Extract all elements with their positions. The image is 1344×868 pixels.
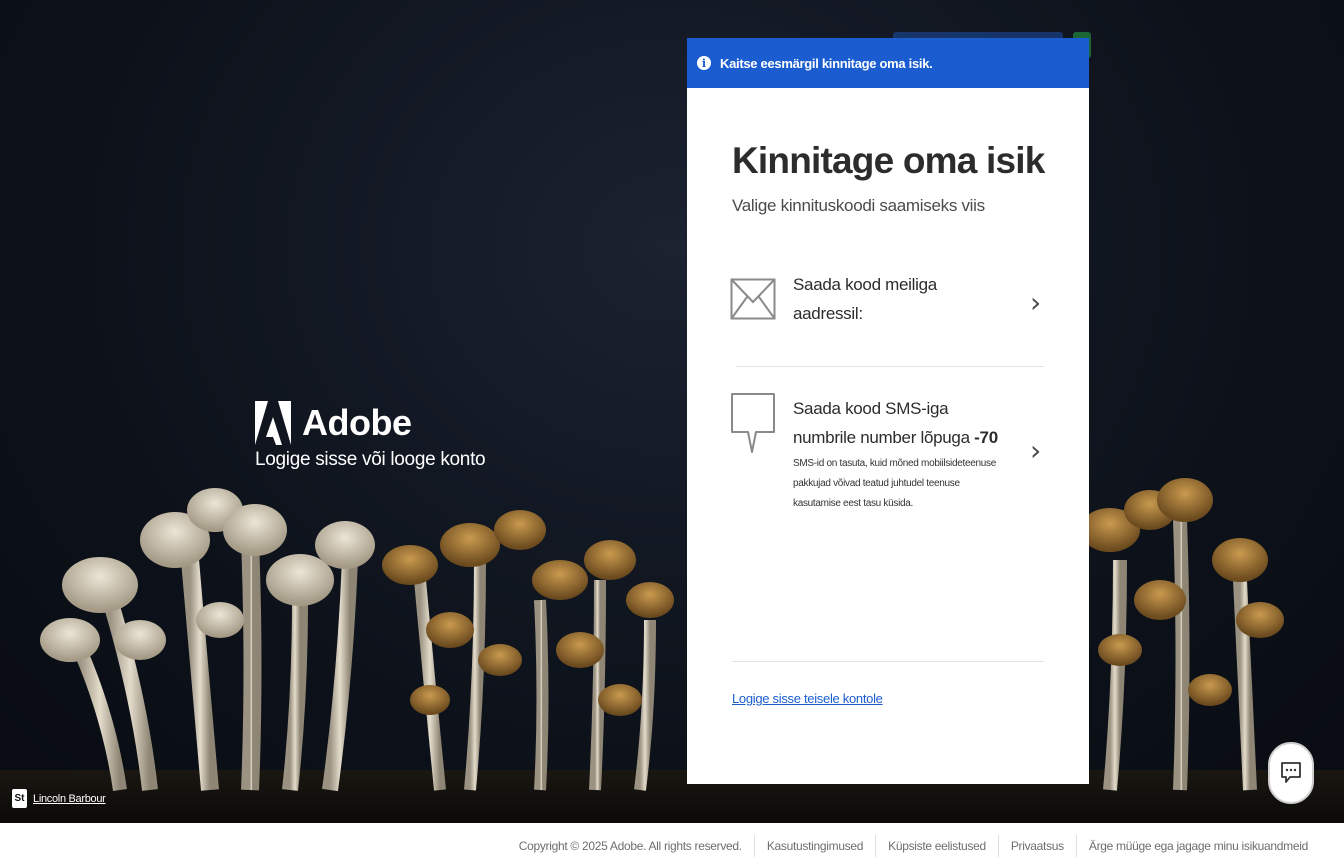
footer-divider <box>732 661 1044 662</box>
banner-text: Kaitse eesmärgil kinnitage oma isik. <box>720 55 933 71</box>
photo-credit-link[interactable]: Lincoln Barbour <box>33 793 106 805</box>
sms-option-label-text: Saada kood SMS-iga numbrile number lõpug… <box>793 399 970 447</box>
chevron-right-icon: › <box>1030 434 1042 467</box>
phone-last-digits: -70 <box>974 428 998 447</box>
info-banner: i Kaitse eesmärgil kinnitage oma isik. <box>687 38 1089 88</box>
brand-name: Adobe <box>302 402 412 443</box>
mushroom-background-image <box>0 478 1344 823</box>
adobe-stock-icon: St <box>12 789 27 808</box>
copyright-text: Copyright © 2025 Adobe. All rights reser… <box>518 838 742 853</box>
adobe-logo-icon <box>255 401 291 445</box>
footer-link-privacy[interactable]: Privaatsus <box>999 839 1076 853</box>
photo-credit[interactable]: St Lincoln Barbour <box>12 789 106 808</box>
chat-icon <box>1281 762 1301 783</box>
page-footer: Copyright © 2025 Adobe. All rights reser… <box>0 823 1344 868</box>
email-option-label: Saada kood meiliga aadressil: <box>793 275 937 323</box>
brand-tagline: Logige sisse või looge konto <box>255 449 486 470</box>
envelope-icon <box>730 278 776 320</box>
footer-link-do-not-sell[interactable]: Ärge müüge ega jagage minu isikuandmeid <box>1077 839 1320 853</box>
adobe-brand: Adobe Logige sisse või looge konto <box>255 401 486 471</box>
chevron-right-icon: › <box>1030 286 1042 319</box>
info-icon: i <box>697 56 711 70</box>
sms-fee-note: SMS-id on tasuta, kuid mõned mobiilsidet… <box>793 458 996 509</box>
sign-in-other-account-link[interactable]: Logige sisse teisele kontole <box>732 691 883 706</box>
option-divider <box>736 366 1044 367</box>
email-code-option[interactable]: Saada kood meiliga aadressil: › <box>730 272 1050 352</box>
dialog-title: Kinnitage oma isik <box>732 140 1045 181</box>
verify-identity-dialog: i Kaitse eesmärgil kinnitage oma isik. K… <box>687 38 1089 784</box>
chat-bubble-icon <box>731 393 775 453</box>
footer-link-terms[interactable]: Kasutustingimused <box>755 839 875 853</box>
footer-link-cookies[interactable]: Küpsiste eelistused <box>876 839 998 853</box>
dialog-subtitle: Valige kinnituskoodi saamiseks viis <box>732 196 985 215</box>
chat-support-button[interactable] <box>1268 742 1314 804</box>
sms-option-label: Saada kood SMS-iga numbrile number lõpug… <box>793 394 1003 452</box>
background-hero: Adobe Logige sisse või looge konto St Li… <box>0 0 1344 823</box>
sms-code-option[interactable]: Saada kood SMS-iga numbrile number lõpug… <box>730 392 1050 532</box>
